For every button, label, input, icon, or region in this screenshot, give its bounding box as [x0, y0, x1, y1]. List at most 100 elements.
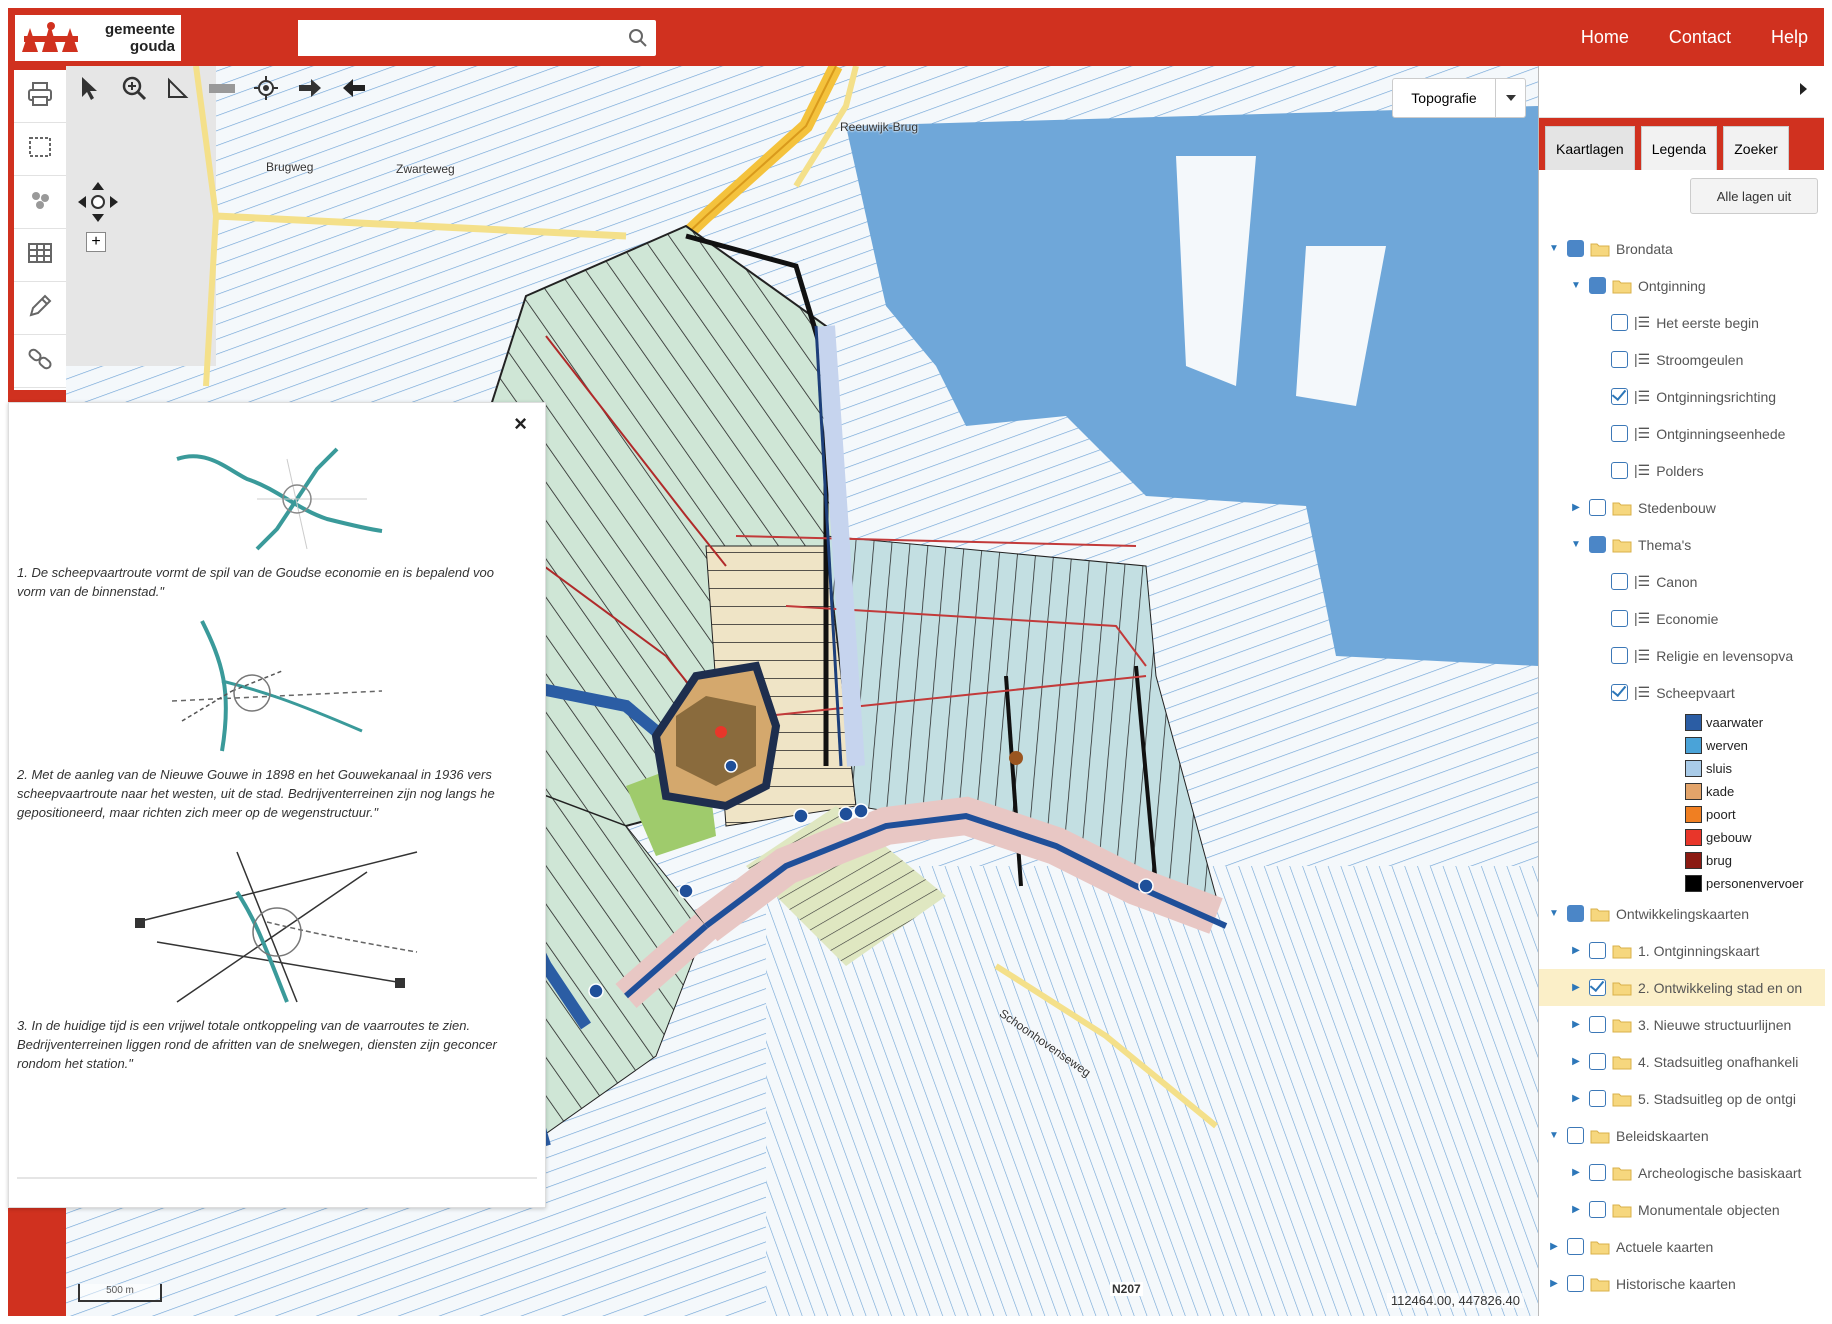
select-rectangle-button[interactable]	[14, 123, 66, 176]
layer-checkbox[interactable]	[1611, 462, 1628, 479]
close-icon[interactable]: ×	[514, 411, 527, 437]
top-nav: Home Contact Help	[1581, 8, 1808, 66]
caret-down-icon[interactable]: ▼	[1547, 243, 1561, 254]
layer-checkbox[interactable]	[1589, 1164, 1606, 1181]
caret-right-icon[interactable]: ▶	[1569, 1056, 1583, 1067]
tab-legenda[interactable]: Legenda	[1640, 126, 1718, 170]
nav-home-link[interactable]: Home	[1581, 27, 1629, 48]
tab-zoeker[interactable]: Zoeker	[1723, 126, 1789, 170]
search-input[interactable]	[298, 20, 618, 56]
caret-right-icon[interactable]: ▶	[1569, 1019, 1583, 1030]
tree-row-ontginningseenhede[interactable]: |☰ Ontginningseenhede	[1539, 415, 1825, 452]
layer-checkbox[interactable]	[1567, 1127, 1584, 1144]
link-button[interactable]	[14, 335, 66, 388]
layer-checkbox[interactable]	[1611, 647, 1628, 664]
layer-checkbox[interactable]	[1567, 1275, 1584, 1292]
caret-right-icon[interactable]: ▶	[1569, 1167, 1583, 1178]
caret-down-icon[interactable]: ▼	[1569, 539, 1583, 550]
chevron-down-icon[interactable]	[1495, 79, 1525, 117]
tree-row-1-ontginningskaart[interactable]: ▶ 1. Ontginningskaart	[1539, 932, 1825, 969]
layer-checkbox[interactable]	[1611, 573, 1628, 590]
caret-right-icon[interactable]: ▶	[1569, 982, 1583, 993]
layer-checkbox[interactable]	[1589, 942, 1606, 959]
layer-checkbox[interactable]	[1611, 425, 1628, 442]
logo[interactable]: gemeente gouda	[14, 14, 182, 62]
layer-checkbox[interactable]	[1567, 905, 1584, 922]
layer-checkbox[interactable]	[1589, 979, 1606, 996]
tree-row-4-stadsuitleg-onafhankeli[interactable]: ▶ 4. Stadsuitleg onafhankeli	[1539, 1043, 1825, 1080]
tree-row-archeologische-basiskaart[interactable]: ▶ Archeologische basiskaart	[1539, 1154, 1825, 1191]
layer-checkbox[interactable]	[1589, 1016, 1606, 1033]
tree-row-scheepvaart[interactable]: |☰ Scheepvaart	[1539, 674, 1825, 711]
tree-row-religie-en-levensopva[interactable]: |☰ Religie en levensopva	[1539, 637, 1825, 674]
tree-row-5-stadsuitleg-op-de-ontgi[interactable]: ▶ 5. Stadsuitleg op de ontgi	[1539, 1080, 1825, 1117]
tree-row-3-nieuwe-structuurlijnen[interactable]: ▶ 3. Nieuwe structuurlijnen	[1539, 1006, 1825, 1043]
tree-row-polders[interactable]: |☰ Polders	[1539, 452, 1825, 489]
layer-list-icon: |☰	[1634, 684, 1651, 700]
layer-checkbox[interactable]	[1589, 1090, 1606, 1107]
tree-row-beleidskaarten[interactable]: ▼ Beleidskaarten	[1539, 1117, 1825, 1154]
layer-checkbox[interactable]	[1589, 277, 1606, 294]
collapse-panel-icon[interactable]	[1798, 82, 1808, 101]
caret-right-icon[interactable]: ▶	[1547, 1241, 1561, 1252]
layer-checkbox[interactable]	[1589, 1201, 1606, 1218]
layer-checkbox[interactable]	[1611, 610, 1628, 627]
tree-row-stedenbouw[interactable]: ▶ Stedenbouw	[1539, 489, 1825, 526]
caret-right-icon[interactable]: ▶	[1569, 945, 1583, 956]
layer-checkbox[interactable]	[1589, 536, 1606, 553]
tree-row-canon[interactable]: |☰ Canon	[1539, 563, 1825, 600]
tree-row-label: 5. Stadsuitleg op de ontgi	[1638, 1090, 1797, 1107]
back-tool[interactable]	[338, 74, 370, 106]
table-button[interactable]	[14, 229, 66, 282]
layer-checkbox[interactable]	[1611, 684, 1628, 701]
folder-icon	[1590, 1130, 1610, 1143]
layer-checkbox[interactable]	[1567, 1238, 1584, 1255]
edit-button[interactable]	[14, 282, 66, 335]
tree-row-ontginningsrichting[interactable]: |☰ Ontginningsrichting	[1539, 378, 1825, 415]
tree-row-thema-s[interactable]: ▼ Thema's	[1539, 526, 1825, 563]
caret-right-icon[interactable]: ▶	[1569, 1204, 1583, 1215]
tree-row-ontwikkelingskaarten[interactable]: ▼ Ontwikkelingskaarten	[1539, 895, 1825, 932]
all-layers-off-button[interactable]: Alle lagen uit	[1690, 178, 1818, 214]
cluster-button[interactable]	[14, 176, 66, 229]
ruler-tool[interactable]	[206, 74, 238, 106]
folder-icon	[1612, 982, 1632, 995]
print-button[interactable]	[14, 70, 66, 123]
layer-checkbox[interactable]	[1567, 240, 1584, 257]
caret-down-icon[interactable]: ▼	[1569, 280, 1583, 291]
tree-row-het-eerste-begin[interactable]: |☰ Het eerste begin	[1539, 304, 1825, 341]
tab-kaartlagen[interactable]: Kaartlagen	[1545, 126, 1635, 170]
tree-row-2-ontwikkeling-stad-en-on[interactable]: ▶ 2. Ontwikkeling stad en on	[1539, 969, 1825, 1006]
search-icon[interactable]	[628, 28, 648, 53]
tree-row-historische-kaarten[interactable]: ▶ Historische kaarten	[1539, 1265, 1825, 1302]
caret-right-icon[interactable]: ▶	[1569, 502, 1583, 513]
tree-row-actuele-kaarten[interactable]: ▶ Actuele kaarten	[1539, 1228, 1825, 1265]
basemap-select[interactable]: Topografie	[1392, 78, 1526, 118]
tree-row-stroomgeulen[interactable]: |☰ Stroomgeulen	[1539, 341, 1825, 378]
folder-icon	[1612, 1167, 1632, 1180]
caret-down-icon[interactable]: ▼	[1547, 1130, 1561, 1141]
nav-help-link[interactable]: Help	[1771, 27, 1808, 48]
zoom-in-button[interactable]: +	[86, 232, 106, 252]
layer-checkbox[interactable]	[1611, 351, 1628, 368]
layer-checkbox[interactable]	[1589, 499, 1606, 516]
zoom-tool[interactable]	[118, 74, 150, 106]
layer-checkbox[interactable]	[1611, 314, 1628, 331]
tree-row-ontginning[interactable]: ▼ Ontginning	[1539, 267, 1825, 304]
forward-tool[interactable]	[294, 74, 326, 106]
pan-control[interactable]	[74, 178, 122, 226]
tree-row-monumentale-objecten[interactable]: ▶ Monumentale objecten	[1539, 1191, 1825, 1228]
locate-tool[interactable]	[250, 74, 282, 106]
nav-contact-link[interactable]: Contact	[1669, 27, 1731, 48]
layer-checkbox[interactable]	[1589, 1053, 1606, 1070]
ruler-icon	[208, 81, 236, 100]
caret-down-icon[interactable]: ▼	[1547, 908, 1561, 919]
tree-row-label: Economie	[1656, 610, 1719, 627]
pointer-tool[interactable]	[74, 74, 106, 106]
measure-tool[interactable]	[162, 74, 194, 106]
tree-row-economie[interactable]: |☰ Economie	[1539, 600, 1825, 637]
caret-right-icon[interactable]: ▶	[1547, 1278, 1561, 1289]
tree-row-brondata[interactable]: ▼ Brondata	[1539, 230, 1825, 267]
layer-checkbox[interactable]	[1611, 388, 1628, 405]
caret-right-icon[interactable]: ▶	[1569, 1093, 1583, 1104]
